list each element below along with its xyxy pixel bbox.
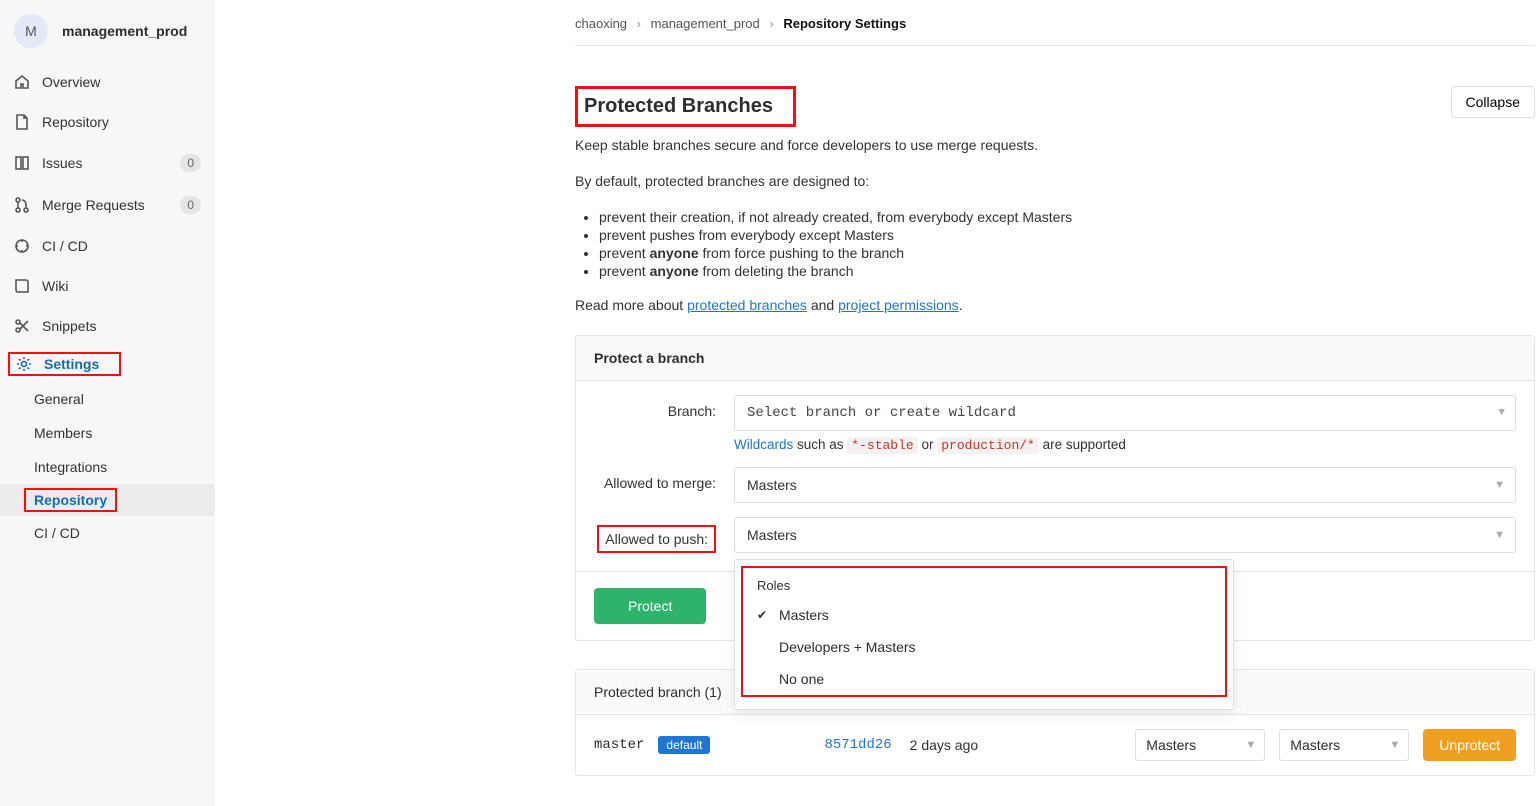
read-more-line: Read more about protected branches and p… <box>575 297 1535 313</box>
role-option-masters[interactable]: ✔ Masters <box>743 599 1225 631</box>
role-option-developers-masters[interactable]: Developers + Masters <box>743 631 1225 663</box>
chevron-down-icon: ▼ <box>1245 739 1256 751</box>
lead-text: Keep stable branches secure and force de… <box>575 137 1535 153</box>
settings-sub-members[interactable]: Members <box>0 416 215 450</box>
cicd-icon <box>14 238 30 254</box>
dropdown-title: Roles <box>743 568 1225 599</box>
chevron-down-icon: ▼ <box>1498 407 1505 419</box>
bullet-item: prevent anyone from deleting the branch <box>599 263 1535 279</box>
allowed-push-select[interactable]: Masters ▼ <box>734 517 1516 553</box>
settings-sub-repository[interactable]: Repository <box>0 484 215 516</box>
chevron-right-icon: › <box>763 16 779 31</box>
gear-icon <box>16 356 32 372</box>
project-avatar: M <box>14 14 48 48</box>
breadcrumb: chaoxing › management_prod › Repository … <box>575 0 1535 46</box>
protect-button[interactable]: Protect <box>594 588 706 624</box>
sidebar-item-label: Repository <box>42 114 109 130</box>
sidebar-item-settings[interactable]: Settings <box>0 346 215 382</box>
project-permissions-link[interactable]: project permissions <box>838 297 959 313</box>
panel-title: Protect a branch <box>576 336 1534 381</box>
page-title: Protected Branches <box>584 95 773 118</box>
sidebar-item-label: Issues <box>42 155 82 171</box>
branch-select[interactable]: Select branch or create wildcard ▼ <box>734 395 1516 431</box>
branch-label: Branch: <box>594 395 734 453</box>
chevron-right-icon: › <box>631 16 647 31</box>
branch-name: master <box>594 737 644 753</box>
crumb-project[interactable]: management_prod <box>651 16 760 31</box>
wildcards-link[interactable]: Wildcards <box>734 437 793 452</box>
sidebar-item-label: Wiki <box>42 278 68 294</box>
crumb-group[interactable]: chaoxing <box>575 16 627 31</box>
file-icon <box>14 114 30 130</box>
settings-sub-general[interactable]: General <box>0 382 215 416</box>
sidebar: M management_prod Overview Repository Is… <box>0 0 215 806</box>
crumb-current: Repository Settings <box>783 16 906 31</box>
sidebar-item-wiki[interactable]: Wiki <box>0 266 215 306</box>
protected-branches-link[interactable]: protected branches <box>687 297 807 313</box>
row-push-select[interactable]: Masters▼ <box>1279 729 1409 761</box>
sidebar-item-overview[interactable]: Overview <box>0 62 215 102</box>
issues-icon <box>14 155 30 171</box>
allowed-merge-select[interactable]: Masters ▼ <box>734 467 1516 503</box>
sidebar-item-label: Merge Requests <box>42 197 145 213</box>
scissors-icon <box>14 318 30 334</box>
sidebar-item-cicd[interactable]: CI / CD <box>0 226 215 266</box>
commit-link[interactable]: 8571dd26 <box>824 737 891 753</box>
roles-dropdown: Roles ✔ Masters Developers + Masters No … <box>734 559 1234 710</box>
issues-count-badge: 0 <box>180 154 201 172</box>
sidebar-item-merge-requests[interactable]: Merge Requests 0 <box>0 184 215 226</box>
chevron-down-icon: ▼ <box>1494 529 1505 541</box>
table-row: master default 8571dd26 2 days ago Maste… <box>576 715 1534 775</box>
intro-text: By default, protected branches are desig… <box>575 173 1535 189</box>
sidebar-item-label: Settings <box>44 356 99 372</box>
book-icon <box>14 278 30 294</box>
sidebar-item-issues[interactable]: Issues 0 <box>0 142 215 184</box>
chevron-down-icon: ▼ <box>1389 739 1400 751</box>
role-option-no-one[interactable]: No one <box>743 663 1225 695</box>
row-merge-select[interactable]: Masters▼ <box>1135 729 1265 761</box>
sidebar-item-snippets[interactable]: Snippets <box>0 306 215 346</box>
sidebar-item-repository[interactable]: Repository <box>0 102 215 142</box>
mr-count-badge: 0 <box>180 196 201 214</box>
merge-icon <box>14 197 30 213</box>
collapse-button[interactable]: Collapse <box>1451 86 1535 118</box>
check-icon: ✔ <box>757 608 767 622</box>
bullet-item: prevent their creation, if not already c… <box>599 209 1535 225</box>
main-content: chaoxing › management_prod › Repository … <box>215 0 1536 806</box>
wildcard-hint: Wildcards such as *-stable or production… <box>734 437 1516 453</box>
sidebar-item-label: Snippets <box>42 318 96 334</box>
allowed-push-label: Allowed to push: <box>594 517 734 553</box>
project-name: management_prod <box>62 23 187 39</box>
commit-time: 2 days ago <box>910 737 979 753</box>
home-icon <box>14 74 30 90</box>
section-title-highlight: Protected Branches <box>575 86 796 127</box>
sidebar-item-label: Overview <box>42 74 100 90</box>
sidebar-item-label: CI / CD <box>42 238 88 254</box>
chevron-down-icon: ▼ <box>1494 479 1505 491</box>
unprotect-button[interactable]: Unprotect <box>1423 729 1516 761</box>
protect-branch-panel: Protect a branch Branch: Select branch o… <box>575 335 1535 641</box>
bullet-item: prevent anyone from force pushing to the… <box>599 245 1535 261</box>
allowed-merge-label: Allowed to merge: <box>594 467 734 503</box>
section-description: Keep stable branches secure and force de… <box>575 137 1535 313</box>
bullet-item: prevent pushes from everybody except Mas… <box>599 227 1535 243</box>
project-header: M management_prod <box>0 0 215 62</box>
settings-sub-integrations[interactable]: Integrations <box>0 450 215 484</box>
settings-sub-cicd[interactable]: CI / CD <box>0 516 215 550</box>
default-badge: default <box>658 736 710 754</box>
